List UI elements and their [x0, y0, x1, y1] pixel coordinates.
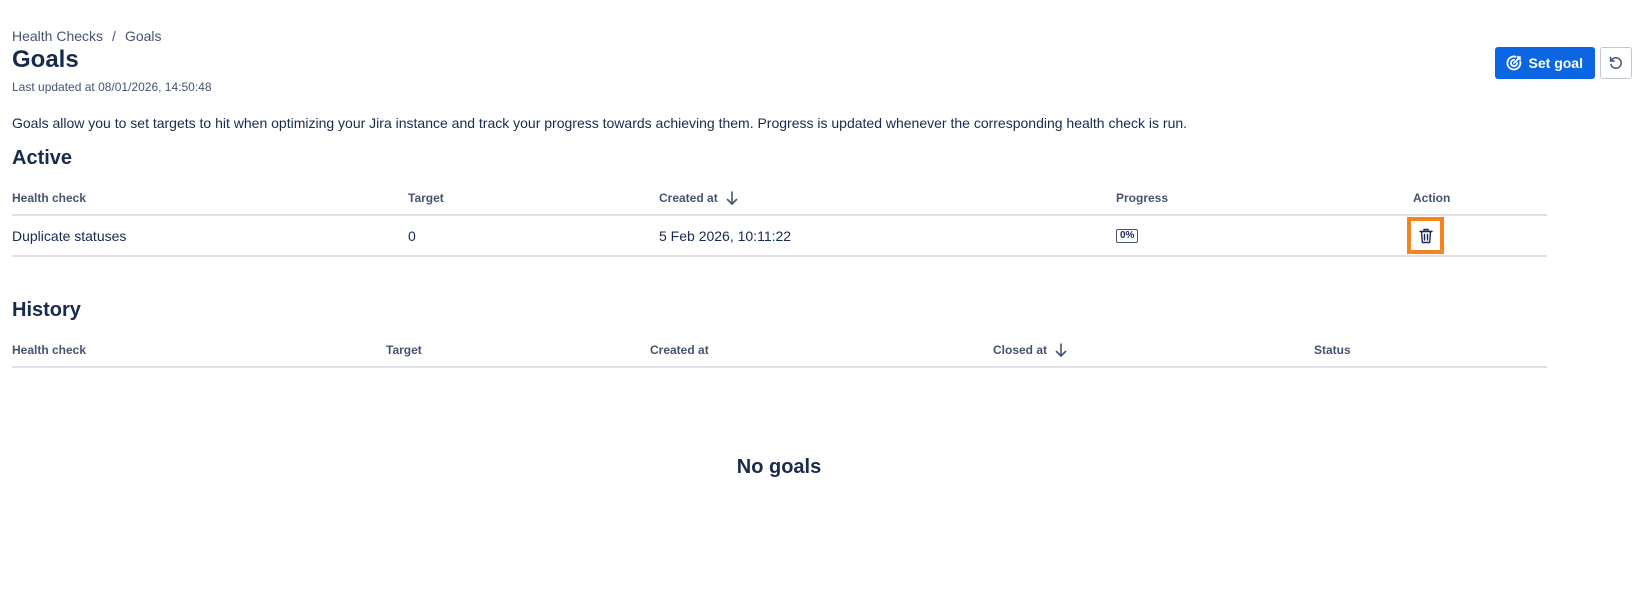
page-description: Goals allow you to set targets to hit wh…: [12, 115, 1188, 131]
breadcrumb-goals[interactable]: Goals: [125, 28, 162, 44]
trash-icon: [1418, 228, 1433, 244]
target-icon: [1505, 54, 1523, 72]
column-header-label: Closed at: [993, 342, 1048, 357]
active-goals-table: Health check Target Created at Progress …: [12, 181, 1547, 257]
column-header-progress: Progress: [1116, 190, 1169, 205]
refresh-button[interactable]: [1600, 47, 1632, 79]
table-row: Duplicate statuses 0 5 Feb 2026, 10:11:2…: [12, 216, 1547, 257]
set-goal-button[interactable]: Set goal: [1494, 47, 1595, 79]
breadcrumb-health-checks[interactable]: Health Checks: [12, 28, 103, 44]
empty-state-text: No goals: [736, 456, 822, 478]
column-header-closed-at[interactable]: Closed at: [993, 333, 1067, 366]
header-actions: Set goal: [1494, 47, 1632, 79]
cell-health-check: Duplicate statuses: [12, 227, 127, 244]
column-header-label: Created at: [659, 190, 718, 205]
set-goal-label: Set goal: [1528, 55, 1583, 71]
progress-badge: 0%: [1116, 228, 1139, 243]
column-header-created-at[interactable]: Created at: [659, 181, 738, 214]
sort-descending-icon[interactable]: [726, 190, 738, 205]
active-section-title: Active: [12, 147, 73, 169]
column-header-created-at: Created at: [650, 342, 709, 357]
sort-descending-icon[interactable]: [1055, 342, 1067, 357]
column-header-target: Target: [386, 342, 422, 357]
column-header-status: Status: [1314, 342, 1351, 357]
table-header: Health check Target Created at Progress …: [12, 181, 1547, 216]
cell-target: 0: [408, 227, 416, 244]
cell-created-at: 5 Feb 2026, 10:11:22: [659, 227, 792, 244]
delete-goal-button[interactable]: [1407, 217, 1444, 254]
refresh-icon: [1608, 55, 1624, 71]
column-header-target: Target: [408, 190, 444, 205]
column-header-health-check: Health check: [12, 342, 87, 357]
breadcrumb: Health Checks / Goals: [12, 28, 162, 44]
breadcrumb-separator: /: [112, 28, 116, 44]
column-header-health-check: Health check: [12, 190, 87, 205]
page-title: Goals: [12, 46, 79, 73]
column-header-action: Action: [1413, 190, 1451, 205]
history-goals-table: Health check Target Created at Closed at…: [12, 333, 1547, 368]
cell-action: [1407, 216, 1444, 255]
cell-progress: 0%: [1116, 216, 1139, 255]
table-header: Health check Target Created at Closed at…: [12, 333, 1547, 368]
last-updated-text: Last updated at 08/01/2026, 14:50:48: [12, 80, 212, 94]
history-section-title: History: [12, 299, 81, 321]
